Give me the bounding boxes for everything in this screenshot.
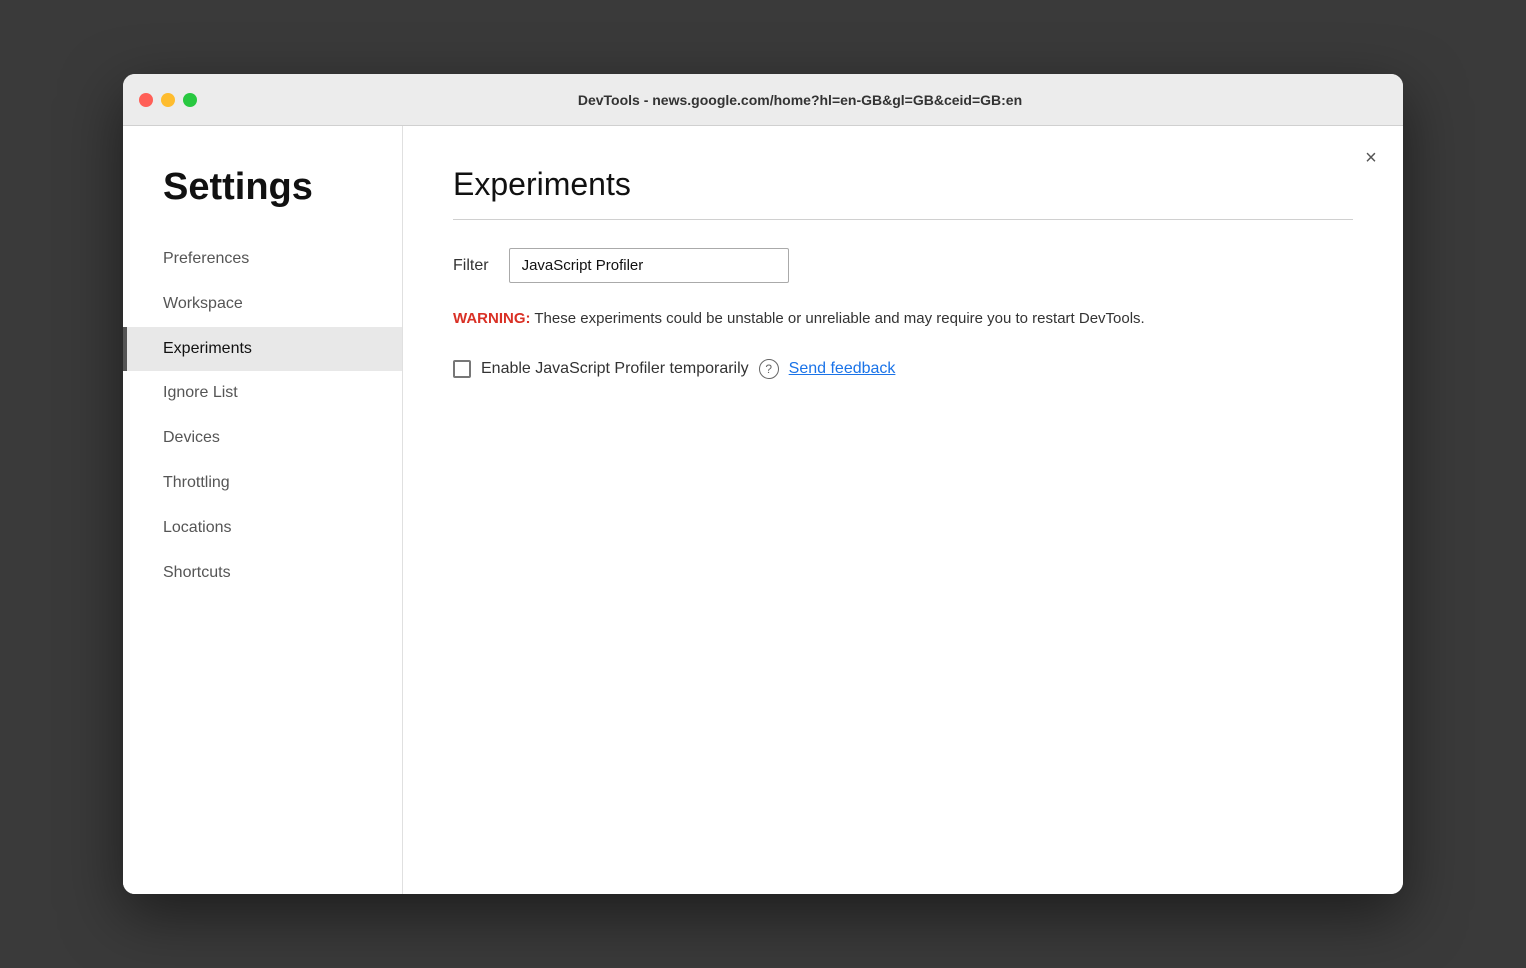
maximize-traffic-light[interactable] — [183, 93, 197, 107]
sidebar-item-preferences[interactable]: Preferences — [123, 237, 402, 282]
sidebar-item-shortcuts[interactable]: Shortcuts — [123, 551, 402, 596]
close-traffic-light[interactable] — [139, 93, 153, 107]
sidebar-item-experiments[interactable]: Experiments — [123, 327, 402, 372]
sidebar-item-devices[interactable]: Devices — [123, 416, 402, 461]
experiment-row: Enable JavaScript Profiler temporarily ?… — [453, 359, 1353, 379]
warning-box: WARNING: These experiments could be unst… — [453, 307, 1353, 331]
sidebar-item-throttling[interactable]: Throttling — [123, 461, 402, 506]
warning-message: These experiments could be unstable or u… — [531, 310, 1145, 327]
minimize-traffic-light[interactable] — [161, 93, 175, 107]
sidebar: Settings Preferences Workspace Experimen… — [123, 126, 403, 894]
title-bar: DevTools - news.google.com/home?hl=en-GB… — [123, 74, 1403, 126]
sidebar-item-ignore-list[interactable]: Ignore List — [123, 371, 402, 416]
settings-heading: Settings — [123, 166, 402, 237]
experiment-label: Enable JavaScript Profiler temporarily — [481, 360, 749, 378]
browser-window: DevTools - news.google.com/home?hl=en-GB… — [123, 74, 1403, 894]
warning-text: WARNING: These experiments could be unst… — [453, 307, 1353, 331]
section-divider — [453, 219, 1353, 220]
dialog-layout: Settings Preferences Workspace Experimen… — [123, 126, 1403, 894]
send-feedback-link[interactable]: Send feedback — [789, 360, 896, 378]
close-button[interactable]: × — [1359, 146, 1383, 170]
sidebar-item-workspace[interactable]: Workspace — [123, 282, 402, 327]
filter-row: Filter — [453, 248, 1353, 283]
main-content: × Experiments Filter WARNING: These expe… — [403, 126, 1403, 894]
section-title: Experiments — [453, 166, 1353, 203]
window-content: Settings Preferences Workspace Experimen… — [123, 126, 1403, 894]
filter-input[interactable] — [509, 248, 789, 283]
sidebar-item-locations[interactable]: Locations — [123, 506, 402, 551]
warning-label: WARNING: — [453, 310, 531, 327]
traffic-lights — [139, 93, 197, 107]
help-icon: ? — [759, 359, 779, 379]
browser-title: DevTools - news.google.com/home?hl=en-GB… — [213, 92, 1387, 108]
filter-label: Filter — [453, 257, 489, 275]
js-profiler-checkbox[interactable] — [453, 360, 471, 378]
